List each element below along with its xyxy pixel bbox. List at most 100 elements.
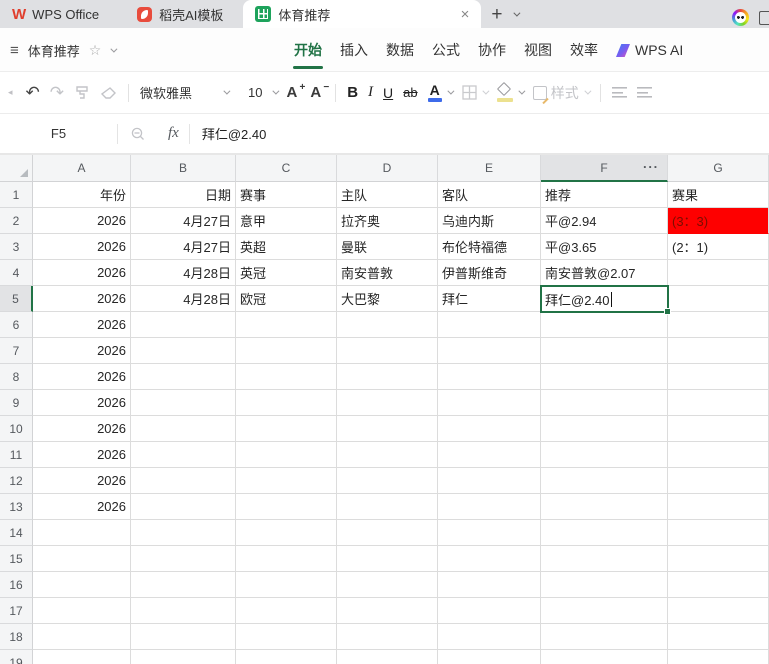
cell-G6[interactable] bbox=[668, 312, 769, 338]
cell-G15[interactable] bbox=[668, 546, 769, 572]
cell-D8[interactable] bbox=[337, 364, 438, 390]
ribbon-tab-6[interactable]: 效率 bbox=[561, 28, 607, 72]
cell-C3[interactable]: 英超 bbox=[236, 234, 337, 260]
ribbon-tab-5[interactable]: 视图 bbox=[515, 28, 561, 72]
cell-F12[interactable] bbox=[541, 468, 668, 494]
row-header-11[interactable]: 11 bbox=[0, 442, 33, 468]
cell-E6[interactable] bbox=[438, 312, 541, 338]
tab-docer-ai-templates[interactable]: 稻壳AI模板 bbox=[125, 0, 235, 28]
cell-A10[interactable]: 2026 bbox=[33, 416, 131, 442]
cell-E18[interactable] bbox=[438, 624, 541, 650]
font-size-select[interactable]: 10 bbox=[233, 79, 281, 107]
cell-E14[interactable] bbox=[438, 520, 541, 546]
cell-C15[interactable] bbox=[236, 546, 337, 572]
cell-D3[interactable]: 曼联 bbox=[337, 234, 438, 260]
cell-D6[interactable] bbox=[337, 312, 438, 338]
tab-wps-office[interactable]: W WPS Office bbox=[0, 0, 111, 28]
insert-function-button[interactable]: fx bbox=[158, 125, 189, 142]
cell-F9[interactable] bbox=[541, 390, 668, 416]
cell-E3[interactable]: 布伦特福德 bbox=[438, 234, 541, 260]
cell-A16[interactable] bbox=[33, 572, 131, 598]
cell-D19[interactable] bbox=[337, 650, 438, 664]
row-header-17[interactable]: 17 bbox=[0, 598, 33, 624]
cell-F17[interactable] bbox=[541, 598, 668, 624]
row-header-6[interactable]: 6 bbox=[0, 312, 33, 338]
fill-handle[interactable] bbox=[664, 308, 671, 315]
increase-font-size-button[interactable]: A+ bbox=[282, 79, 306, 107]
cell-B6[interactable] bbox=[131, 312, 236, 338]
cell-C18[interactable] bbox=[236, 624, 337, 650]
cell-E16[interactable] bbox=[438, 572, 541, 598]
cell-C5[interactable]: 欧冠 bbox=[236, 286, 337, 312]
cell-D11[interactable] bbox=[337, 442, 438, 468]
ribbon-tab-wps-ai[interactable]: WPS AI bbox=[607, 28, 692, 72]
cell-F3[interactable]: 平@3.65 bbox=[541, 234, 668, 260]
cell-C17[interactable] bbox=[236, 598, 337, 624]
new-tab-button[interactable]: + bbox=[481, 4, 508, 28]
row-header-10[interactable]: 10 bbox=[0, 416, 33, 442]
cell-G19[interactable] bbox=[668, 650, 769, 664]
decrease-font-size-button[interactable]: A− bbox=[305, 79, 329, 107]
cell-B11[interactable] bbox=[131, 442, 236, 468]
row-header-2[interactable]: 2 bbox=[0, 208, 33, 234]
cell-A3[interactable]: 2026 bbox=[33, 234, 131, 260]
cell-A1[interactable]: 年份 bbox=[33, 182, 131, 208]
cell-F15[interactable] bbox=[541, 546, 668, 572]
column-header-A[interactable]: A bbox=[33, 155, 131, 182]
cell-E15[interactable] bbox=[438, 546, 541, 572]
cell-E13[interactable] bbox=[438, 494, 541, 520]
tab-list-dropdown[interactable] bbox=[509, 0, 522, 28]
row-header-16[interactable]: 16 bbox=[0, 572, 33, 598]
column-header-D[interactable]: D bbox=[337, 155, 438, 182]
italic-button[interactable]: I bbox=[363, 79, 378, 107]
cell-C16[interactable] bbox=[236, 572, 337, 598]
cell-A13[interactable]: 2026 bbox=[33, 494, 131, 520]
font-name-select[interactable]: 微软雅黑 bbox=[135, 79, 233, 107]
cell-G1[interactable]: 赛果 bbox=[668, 182, 769, 208]
column-header-E[interactable]: E bbox=[438, 155, 541, 182]
cell-style-button[interactable]: 样式 bbox=[528, 79, 594, 107]
column-header-C[interactable]: C bbox=[236, 155, 337, 182]
align-left-button[interactable] bbox=[607, 79, 632, 107]
cell-B9[interactable] bbox=[131, 390, 236, 416]
cell-C19[interactable] bbox=[236, 650, 337, 664]
bold-button[interactable]: B bbox=[342, 79, 363, 107]
cell-B16[interactable] bbox=[131, 572, 236, 598]
row-header-1[interactable]: 1 bbox=[0, 182, 33, 208]
cell-D14[interactable] bbox=[337, 520, 438, 546]
cell-B14[interactable] bbox=[131, 520, 236, 546]
cell-A5[interactable]: 2026 bbox=[33, 286, 131, 312]
cell-E2[interactable]: 乌迪内斯 bbox=[438, 208, 541, 234]
ribbon-tab-4[interactable]: 协作 bbox=[469, 28, 515, 72]
cell-B10[interactable] bbox=[131, 416, 236, 442]
cell-D1[interactable]: 主队 bbox=[337, 182, 438, 208]
cell-E4[interactable]: 伊普斯维奇 bbox=[438, 260, 541, 286]
cell-G3[interactable]: (2：1) bbox=[668, 234, 769, 260]
cell-C7[interactable] bbox=[236, 338, 337, 364]
cell-C8[interactable] bbox=[236, 364, 337, 390]
cell-F2[interactable]: 平@2.94 bbox=[541, 208, 668, 234]
cell-G14[interactable] bbox=[668, 520, 769, 546]
cell-A7[interactable]: 2026 bbox=[33, 338, 131, 364]
redo-button[interactable]: ↷ bbox=[45, 79, 69, 107]
cell-B1[interactable]: 日期 bbox=[131, 182, 236, 208]
row-header-15[interactable]: 15 bbox=[0, 546, 33, 572]
cell-C6[interactable] bbox=[236, 312, 337, 338]
cell-G11[interactable] bbox=[668, 442, 769, 468]
cell-C12[interactable] bbox=[236, 468, 337, 494]
align-center-button[interactable] bbox=[632, 79, 657, 107]
row-header-7[interactable]: 7 bbox=[0, 338, 33, 364]
cell-C1[interactable]: 赛事 bbox=[236, 182, 337, 208]
cell-F14[interactable] bbox=[541, 520, 668, 546]
column-header-G[interactable]: G bbox=[668, 155, 769, 182]
cell-C14[interactable] bbox=[236, 520, 337, 546]
row-header-12[interactable]: 12 bbox=[0, 468, 33, 494]
cell-B3[interactable]: 4月27日 bbox=[131, 234, 236, 260]
cell-B2[interactable]: 4月27日 bbox=[131, 208, 236, 234]
cell-A8[interactable]: 2026 bbox=[33, 364, 131, 390]
cell-B17[interactable] bbox=[131, 598, 236, 624]
ribbon-tab-3[interactable]: 公式 bbox=[423, 28, 469, 72]
cell-E11[interactable] bbox=[438, 442, 541, 468]
cell-A19[interactable] bbox=[33, 650, 131, 664]
cell-A9[interactable]: 2026 bbox=[33, 390, 131, 416]
